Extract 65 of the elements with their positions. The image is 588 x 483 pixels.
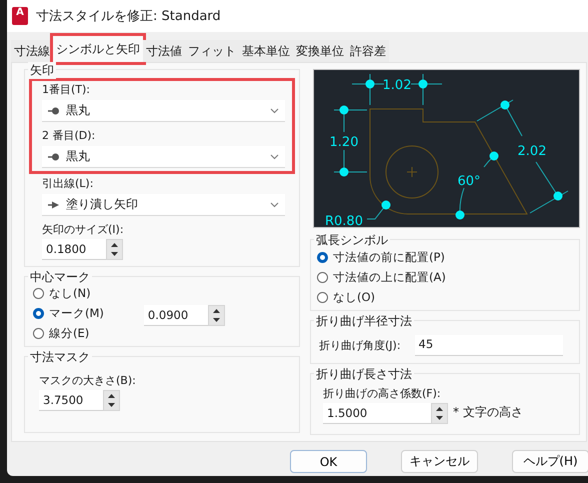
down-arrow-icon: [436, 416, 443, 420]
field-label: 折り曲げの高さ係数(F):: [323, 386, 442, 401]
down-arrow-icon: [111, 252, 118, 256]
up-arrow-icon: [436, 406, 443, 411]
unit-label: * 文字の高さ: [453, 404, 523, 421]
radio-button[interactable]: マーク(M): [33, 305, 104, 322]
logo-letter: A: [16, 7, 24, 19]
dimension-label: 60°: [457, 174, 481, 189]
radio-button[interactable]: なし(O): [317, 289, 573, 306]
down-arrow-icon: [212, 318, 220, 322]
dialog-button[interactable]: キャンセル: [401, 450, 478, 473]
dropdown-value: 黒丸: [66, 148, 91, 165]
radio-button[interactable]: 寸法値の上に配置(A): [317, 269, 573, 286]
up-arrow-icon: [111, 242, 118, 247]
number-field[interactable]: 0.1800: [42, 239, 106, 260]
group-title: 矢印: [28, 62, 56, 79]
dot-marker-icon: [48, 106, 60, 114]
up-arrow-icon: [108, 394, 115, 398]
group-title: 折り曲げ半径寸法: [314, 313, 414, 330]
tab[interactable]: 寸法線: [11, 40, 53, 62]
dropdown[interactable]: 黒丸: [42, 100, 285, 122]
dropdown-value: 塗り潰し矢印: [66, 196, 139, 213]
dropdown-value: 黒丸: [66, 102, 91, 119]
group-title: 折り曲げ長さ寸法: [314, 366, 414, 383]
tab[interactable]: 寸法値: [143, 40, 185, 62]
dropdown[interactable]: 黒丸: [42, 146, 285, 168]
dimension-label: R0.80: [325, 214, 363, 227]
dimension-label: 2.02: [518, 144, 546, 159]
tab[interactable]: 変換単位: [293, 40, 347, 62]
window-title: 寸法スタイルを修正: Standard: [36, 8, 221, 25]
field-label: 1番目(T):: [42, 82, 92, 97]
radio-button[interactable]: 線分(E): [33, 325, 104, 342]
radio-button[interactable]: なし(N): [33, 285, 104, 302]
dropdown[interactable]: 塗り潰し矢印: [42, 194, 285, 216]
field-label: 折り曲げ角度(J):: [319, 338, 401, 353]
chevron-down-icon: [270, 202, 279, 208]
dot-marker-icon: [48, 152, 60, 160]
chevron-down-icon: [270, 108, 279, 114]
number-field[interactable]: 1.5000: [323, 403, 431, 424]
spin-buttons[interactable]: [431, 403, 448, 424]
tab[interactable]: シンボルと矢印: [53, 36, 143, 62]
spin-buttons[interactable]: [208, 305, 225, 326]
dialog-button[interactable]: OK: [290, 450, 367, 473]
group-title: 寸法マスク: [28, 349, 92, 366]
dimension-label: 1.20: [330, 135, 358, 150]
field-label: 引出線(L):: [42, 176, 94, 191]
tab[interactable]: 許容差: [347, 40, 389, 62]
dialog-button[interactable]: ヘルプ(H): [512, 450, 588, 473]
down-arrow-icon: [108, 403, 115, 408]
up-arrow-icon: [212, 308, 220, 313]
spin-buttons[interactable]: [106, 239, 123, 260]
field-label: 矢印のサイズ(I):: [42, 222, 125, 237]
tab[interactable]: 基本単位: [239, 40, 293, 62]
group-title: 中心マーク: [28, 269, 92, 286]
chevron-down-icon: [270, 154, 279, 160]
field-label: 2 番目(D):: [42, 128, 96, 143]
field-label: マスクの大きさ(B):: [39, 373, 137, 388]
arrow-marker-icon: [48, 200, 60, 208]
number-field[interactable]: 45: [414, 335, 563, 356]
radio-button[interactable]: 寸法値の前に配置(P): [317, 249, 573, 266]
spin-buttons[interactable]: [103, 390, 120, 411]
dimension-label: 1.02: [382, 78, 412, 93]
number-field[interactable]: 3.7500: [39, 390, 103, 411]
tab[interactable]: フィット: [185, 40, 239, 62]
number-field[interactable]: 0.0900: [144, 305, 208, 326]
